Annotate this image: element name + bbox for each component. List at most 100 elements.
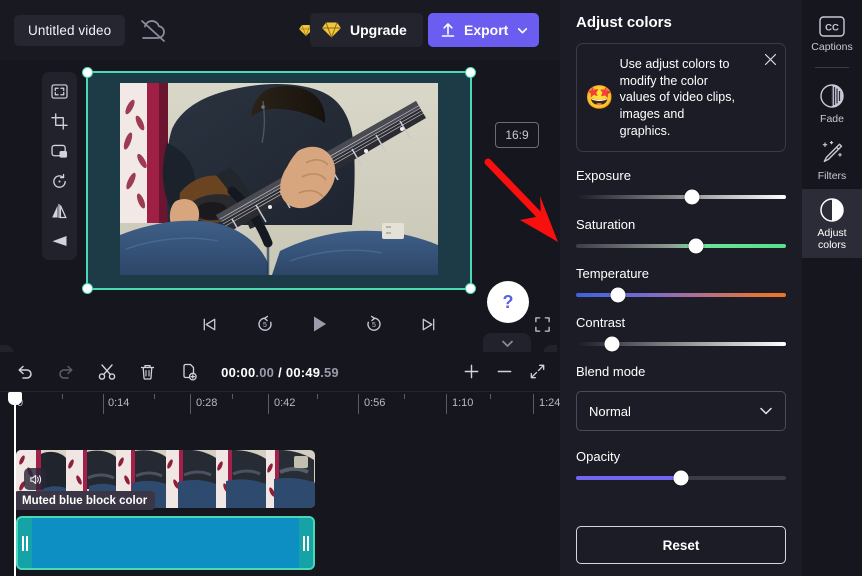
playback-controls: 5 5 [0,298,560,350]
muted-speaker-icon[interactable] [24,468,46,490]
timeline-toolbar [0,352,560,392]
trim-handle-right[interactable] [299,518,313,568]
export-button[interactable]: Export [428,13,540,47]
reset-label: Reset [662,537,700,553]
resize-handle-top-left[interactable] [82,67,93,78]
ruler-minor-tick [404,394,405,399]
ruler-major-tick [268,394,269,414]
play-icon[interactable] [301,307,337,341]
adjust-colors-panel: Adjust colors 🤩 Use adjust colors to mod… [560,0,802,576]
contrast-slider-knob[interactable] [604,336,620,352]
exposure-slider[interactable] [576,189,786,205]
rail-label-filters: Filters [817,170,847,183]
video-preview[interactable] [82,67,476,294]
temperature-slider[interactable] [576,287,786,303]
zoom-out-button[interactable] [488,357,521,387]
rail-label-fade: Fade [820,113,844,126]
reset-button[interactable]: Reset [576,526,786,564]
cloud-off-icon[interactable] [139,16,313,46]
opacity-slider[interactable] [576,470,786,486]
duplicate-icon[interactable] [172,357,205,387]
rail-item-filters[interactable]: Filters [802,132,862,189]
ruler-major-tick [190,394,191,414]
svg-text:CC: CC [825,23,839,34]
clip-thumbnail [166,450,216,508]
resize-handle-bottom-right[interactable] [465,283,476,294]
upgrade-button[interactable]: Upgrade [310,13,423,47]
saturation-slider[interactable] [576,238,786,254]
rail-item-adjust-colors[interactable]: Adjust colors [802,189,862,259]
rail-item-fade[interactable]: Fade [802,75,862,132]
rotate-icon[interactable] [45,168,74,194]
aspect-ratio-button[interactable]: 16:9 [495,122,539,148]
video-frame-image [120,83,438,275]
ruler-tick-5: 1:10 [452,397,474,409]
picture-in-picture-icon[interactable] [45,138,74,164]
blend-mode-value: Normal [589,403,631,419]
transform-toolbar [42,72,77,260]
resize-handle-top-right[interactable] [465,67,476,78]
question-mark-icon: ? [503,292,514,312]
collapse-preview-button[interactable] [483,333,531,353]
redo-icon[interactable] [49,357,82,387]
clipchamp-editor: Untitled video Upgrade Export 16:9 5 5 ?… [0,0,862,576]
ruler-minor-tick [490,394,491,399]
close-icon[interactable] [764,53,777,71]
zoom-in-button[interactable] [455,357,488,387]
temperature-label: Temperature [576,266,649,282]
opacity-label: Opacity [576,449,621,465]
clip-name-label: Muted blue block color [14,491,156,510]
rewind-5-icon[interactable]: 5 [247,307,283,341]
skip-next-icon[interactable] [411,307,447,341]
fit-timeline-icon[interactable] [521,357,554,387]
blend-mode-select[interactable]: Normal [576,391,786,432]
svg-text:5: 5 [372,322,376,329]
rail-label-adjust-colors: Adjust colors [817,227,847,252]
opacity-slider-fill [576,476,681,481]
star-struck-emoji-icon: 🤩 [585,84,614,111]
project-title-input[interactable]: Untitled video [14,15,126,46]
exposure-label: Exposure [576,168,631,184]
ruler-minor-tick [317,394,318,399]
resize-handle-bottom-left[interactable] [82,283,93,294]
forward-5-icon[interactable]: 5 [356,307,392,341]
flip-horizontal-icon[interactable] [45,198,74,224]
timeline-clip-color[interactable] [16,516,315,570]
saturation-label: Saturation [576,217,636,233]
rail-label-captions: Captions [811,41,853,53]
ruler-minor-tick [154,394,155,399]
ruler-tick-0: 0 [17,397,24,409]
fit-to-frame-icon[interactable] [45,78,74,104]
gem-icon [322,22,341,38]
timeline-ruler[interactable]: 0 0:14 0:28 0:42 0:56 1:10 1:24 [0,392,560,416]
ruler-tick-4: 0:56 [364,397,386,409]
undo-icon[interactable] [8,357,41,387]
help-button[interactable]: ? [487,281,529,323]
contrast-slider[interactable] [576,336,786,352]
skew-icon[interactable] [45,228,74,254]
clip-thumbnail [266,450,315,508]
temperature-slider-knob[interactable] [610,287,626,303]
opacity-slider-knob[interactable] [673,470,689,486]
blend-mode-label: Blend mode [576,364,646,380]
ruler-major-tick [446,394,447,414]
rail-item-captions[interactable]: CC Captions [802,8,862,60]
filters-wand-icon [822,141,843,163]
delete-icon[interactable] [131,357,164,387]
split-icon[interactable] [90,357,123,387]
right-rail: CC Captions Fade Filters Adjust colors [802,0,862,576]
chevron-down-icon [518,27,528,33]
preview-stage: 16:9 5 5 [0,60,560,391]
skip-previous-icon[interactable] [192,307,228,341]
captions-cc-icon: CC [819,16,845,37]
clip-thumbnail [216,450,266,508]
exposure-slider-knob[interactable] [684,189,699,205]
crop-icon[interactable] [45,108,74,134]
contrast-label: Contrast [576,315,626,331]
trim-handle-left[interactable] [18,518,32,568]
ruler-major-tick [103,394,104,414]
export-upload-icon [441,23,455,37]
clip-name-text: Muted blue block color [22,494,148,507]
saturation-slider-knob[interactable] [688,238,704,254]
upgrade-label: Upgrade [350,22,407,38]
